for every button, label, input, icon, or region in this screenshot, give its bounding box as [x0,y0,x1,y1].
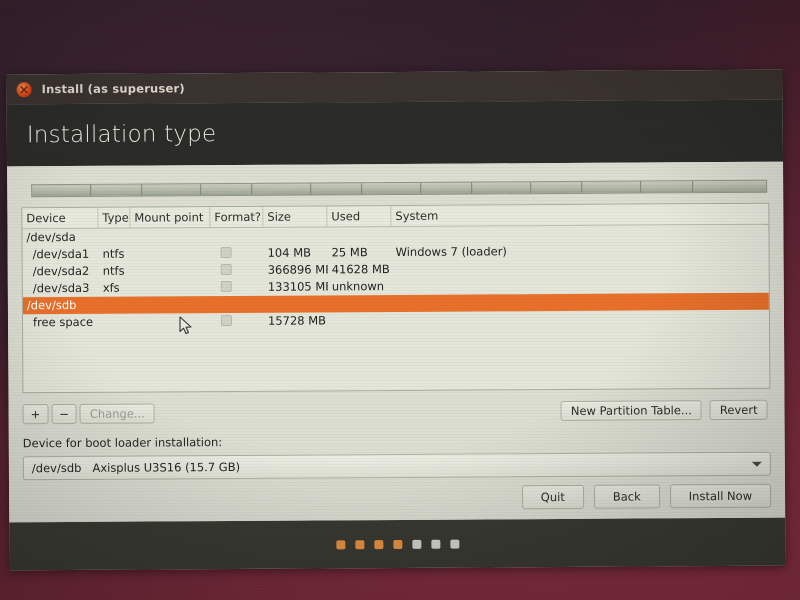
disk-usage-segment [90,184,143,196]
column-header-format[interactable]: Format? [210,206,264,228]
bootloader-device-path: /dev/sdb [31,460,82,476]
table-cell-type: xfs [102,280,120,295]
revert-button[interactable]: Revert [709,399,768,420]
installer-footer [9,517,786,571]
format-checkbox[interactable] [220,281,232,293]
remove-partition-button[interactable]: − [51,403,77,424]
table-cell-used: 41628 MB [331,262,390,277]
desktop-background: Install (as superuser) Installation type… [0,0,800,600]
table-cell-size: 104 MB [267,245,312,260]
page-title: Installation type [26,121,217,149]
window-titlebar: Install (as superuser) [6,69,783,105]
install-now-button[interactable]: Install Now [669,483,772,509]
format-checkbox[interactable] [220,247,232,259]
step-indicator-dot [354,539,364,549]
disk-usage-segment [362,182,422,195]
bootloader-device-select[interactable]: /dev/sdb Axisplus U3S16 (15.7 GB) [22,451,771,481]
disk-usage-segment [311,183,363,195]
quit-button[interactable]: Quit [521,484,584,510]
ubuntu-installer-window: Install (as superuser) Installation type… [6,69,786,571]
table-cell-type: ntfs [102,263,125,278]
step-indicator-dot [392,539,402,549]
add-partition-button[interactable]: + [22,403,49,424]
disk-usage-segment [421,182,473,194]
disk-usage-segment [252,183,312,195]
table-cell-system [392,284,769,286]
disk-usage-segment [142,184,202,196]
column-header-size[interactable]: Size [263,206,328,227]
table-cell-device: /dev/sda1 [32,246,90,262]
step-indicator-dot [411,539,421,549]
table-cell-system [392,301,769,303]
partition-table-actions: New Partition Table... Revert [560,399,771,421]
disk-usage-segment [472,182,532,194]
table-cell-format [211,278,264,297]
installer-header: Installation type [6,99,784,167]
table-cell-size: 15728 MB [267,313,327,328]
disk-usage-segment [32,184,91,197]
chevron-down-icon[interactable] [751,461,762,467]
back-button[interactable]: Back [593,484,660,509]
table-cell-system: Windows 7 (loader) [395,244,507,260]
table-cell-device: /dev/sda3 [32,280,90,296]
format-checkbox[interactable] [220,264,232,276]
disk-usage-bar [31,179,768,198]
navigation-buttons: Quit Back Install Now [521,483,772,510]
disk-usage-segment [200,183,253,196]
window-title-text: Install (as superuser) [41,81,185,97]
step-indicator-dot [430,539,440,549]
bootloader-device-name: Axisplus U3S16 (15.7 GB) [92,459,241,475]
table-cell-size: 133105 MB [267,279,328,294]
step-indicator-dot [449,539,459,549]
column-header-used[interactable]: Used [327,206,392,227]
partition-edit-toolbar: + − Change... New Partition Table... Rev… [22,399,771,425]
disk-usage-segment [582,181,642,193]
partition-table-body: /dev/sda/dev/sda1 ntfs 104 MB 25 MB Windows … [22,225,769,332]
table-cell-used: unknown [331,279,385,294]
table-cell-device: /dev/sda2 [32,263,90,279]
table-cell-used: 25 MB [331,245,368,260]
table-cell-system [392,318,769,320]
disk-usage-segment [531,181,583,194]
table-cell-device: /dev/sda [26,229,76,245]
table-cell-system [392,267,769,269]
disk-usage-segment [641,181,693,193]
table-cell-device: /dev/sdb [26,297,77,313]
change-partition-button[interactable]: Change... [79,402,155,424]
column-header-mount-point[interactable]: Mount point [130,207,211,228]
table-cell-size: 366896 MB [267,262,328,277]
table-cell-device: free space [32,314,94,330]
ubuntu-installer-icon [16,81,32,97]
new-partition-table-button[interactable]: New Partition Table... [560,399,702,421]
step-indicator-dot [373,539,383,549]
disk-usage-segment [693,181,766,192]
column-header-type[interactable]: Type [98,207,131,228]
installer-body: Device Type Mount point Format? Size Use… [7,161,786,523]
partition-table[interactable]: Device Type Mount point Format? Size Use… [21,202,771,394]
table-cell-type: ntfs [102,246,125,261]
table-cell-format [211,312,264,331]
column-header-system[interactable]: System [391,204,768,226]
bootloader-label: Device for boot loader installation: [22,435,223,451]
step-indicator-dot [335,539,345,549]
format-checkbox[interactable] [220,315,233,327]
table-cell-system [391,233,768,235]
column-header-device[interactable]: Device [22,207,99,229]
table-row[interactable]: free space 15728 MB [23,310,769,332]
